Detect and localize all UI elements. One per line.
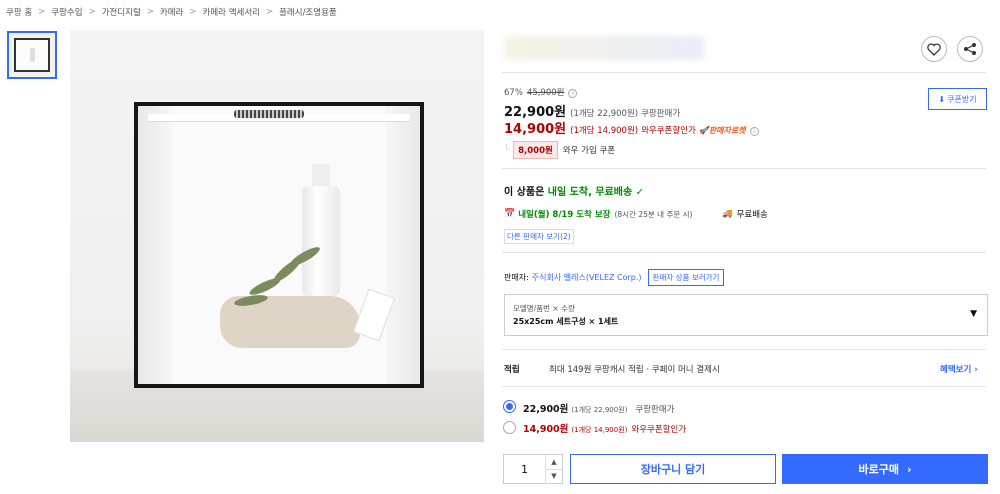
breadcrumb-item[interactable]: 쿠팡수입 — [51, 6, 82, 18]
breadcrumb-separator: > — [38, 7, 46, 17]
wow-label: 와우쿠폰할인가 — [641, 126, 696, 136]
thumbnail-image — [14, 38, 50, 72]
price-option-1: 22,900원 (1개당 22,900원) 쿠팡판매가 — [523, 404, 675, 415]
breadcrumb-item[interactable]: 카메라 액세서리 — [203, 6, 260, 18]
product-thumbnail[interactable] — [7, 31, 57, 79]
divider — [502, 386, 986, 387]
chevron-right-icon: › — [971, 365, 978, 375]
info-icon[interactable]: i — [568, 89, 578, 98]
seller-label: 판매자: — [504, 273, 529, 282]
option-label: 모델명/품번 × 수량 — [513, 304, 575, 313]
price-option-2: 14,900원 (1개당 14,900원) 와우쿠폰할인가 — [523, 424, 687, 435]
product-title-blurred — [504, 36, 704, 60]
breadcrumb-separator: > — [88, 7, 96, 17]
add-to-cart-button[interactable]: 장바구니 담기 — [570, 454, 776, 484]
discount-row: 67% 45,900원 i — [504, 86, 578, 98]
arrival-row: 📅 내일(월) 8/19 도착 보장 (8시간 25분 내 주문 시) — [504, 208, 692, 220]
seller-name-link[interactable]: 주식회사 벨레스(VELEZ Corp.) — [532, 272, 642, 283]
decrease-icon[interactable]: ▼ — [546, 470, 562, 484]
wow-unit-price: (1개당 14,900원) — [570, 126, 639, 136]
breadcrumb-item[interactable]: 가전디지털 — [102, 6, 141, 18]
other-sellers-button[interactable]: 다른 판매자 보기(2) — [504, 229, 574, 244]
product-main-image[interactable] — [70, 30, 484, 442]
seller-row: 판매자: 주식회사 벨레스(VELEZ Corp.) 판매자 상품 보러가기 — [504, 269, 725, 286]
coupon-label: 와우 가입 쿠폰 — [562, 146, 616, 156]
share-button[interactable] — [957, 36, 983, 62]
check-icon: ✓ — [635, 187, 645, 198]
rewards-benefits-link[interactable]: 혜택보기 › — [940, 363, 978, 375]
divider — [502, 252, 986, 253]
option-value: 25x25cm 세트구성 × 1세트 — [513, 317, 619, 326]
divider — [502, 168, 986, 169]
breadcrumb: 쿠팡 홈 > 쿠팡수입 > 가전디지털 > 카메라 > 카메라 액세서리 > 플… — [6, 6, 337, 18]
rocket-badge: 🚀판매자로켓 — [698, 126, 746, 135]
favorite-button[interactable] — [921, 36, 947, 62]
increase-icon[interactable]: ▲ — [546, 455, 562, 470]
wow-price: 14,900원 — [504, 122, 567, 137]
chevron-right-icon: › — [906, 462, 912, 476]
rewards-label: 적립 — [504, 365, 520, 375]
quantity-value[interactable]: 1 — [504, 455, 546, 483]
buy-now-button[interactable]: 바로구매 › — [782, 454, 988, 484]
divider — [502, 72, 986, 73]
price-option-radio-2[interactable] — [503, 421, 516, 434]
breadcrumb-separator: > — [189, 7, 197, 17]
breadcrumb-item[interactable]: 쿠팡 홈 — [6, 6, 32, 18]
led-strip — [234, 110, 304, 118]
rocket-icon: 🚀 — [698, 126, 709, 135]
free-shipping: 🚚 무료배송 — [722, 209, 768, 220]
divider — [502, 349, 986, 350]
delivery-headline: 이 상품은 내일 도착, 무료배송 ✓ — [504, 187, 645, 198]
rewards-text: 최대 149원 쿠팡캐시 적립 · 쿠페이 머니 결제시 — [549, 365, 720, 375]
quantity-stepper[interactable]: 1 ▲ ▼ — [503, 454, 563, 484]
price-option-radio-1[interactable] — [503, 400, 516, 413]
truck-icon: 🚚 — [722, 209, 733, 219]
option-select[interactable]: 모델명/품번 × 수량 25x25cm 세트구성 × 1세트 ▼ — [504, 294, 988, 336]
dropdown-arrow-icon: ▼ — [970, 309, 977, 319]
breadcrumb-separator: > — [146, 7, 154, 17]
discount-rate: 67% — [504, 88, 523, 98]
breadcrumb-item[interactable]: 플래시/조명용품 — [279, 6, 337, 18]
heart-icon — [927, 42, 941, 56]
wow-coupon-row: └ 8,000원 와우 가입 쿠폰 — [504, 141, 615, 159]
calendar-icon: 📅 — [504, 209, 516, 219]
original-price: 45,900원 — [526, 88, 565, 98]
seller-products-button[interactable]: 판매자 상품 보러가기 — [647, 269, 725, 286]
photo-lightbox — [134, 102, 424, 388]
share-icon — [964, 43, 976, 55]
wow-price-row: 14,900원 (1개당 14,900원) 와우쿠폰할인가 🚀판매자로켓 i — [504, 118, 759, 137]
arrival-date: 내일(월) 8/19 도착 보장 — [518, 210, 611, 220]
pump-bottle — [302, 186, 340, 296]
info-icon[interactable]: i — [749, 127, 759, 136]
coupon-download-button[interactable]: ⬇ 쿠폰받기 — [928, 88, 987, 110]
breadcrumb-separator: > — [265, 7, 274, 17]
coupon-amount-badge: 8,000원 — [513, 141, 558, 159]
download-icon: ⬇ — [938, 94, 946, 104]
breadcrumb-item[interactable]: 카메라 — [160, 6, 183, 18]
arrival-note: (8시간 25분 내 주문 시) — [614, 209, 693, 219]
